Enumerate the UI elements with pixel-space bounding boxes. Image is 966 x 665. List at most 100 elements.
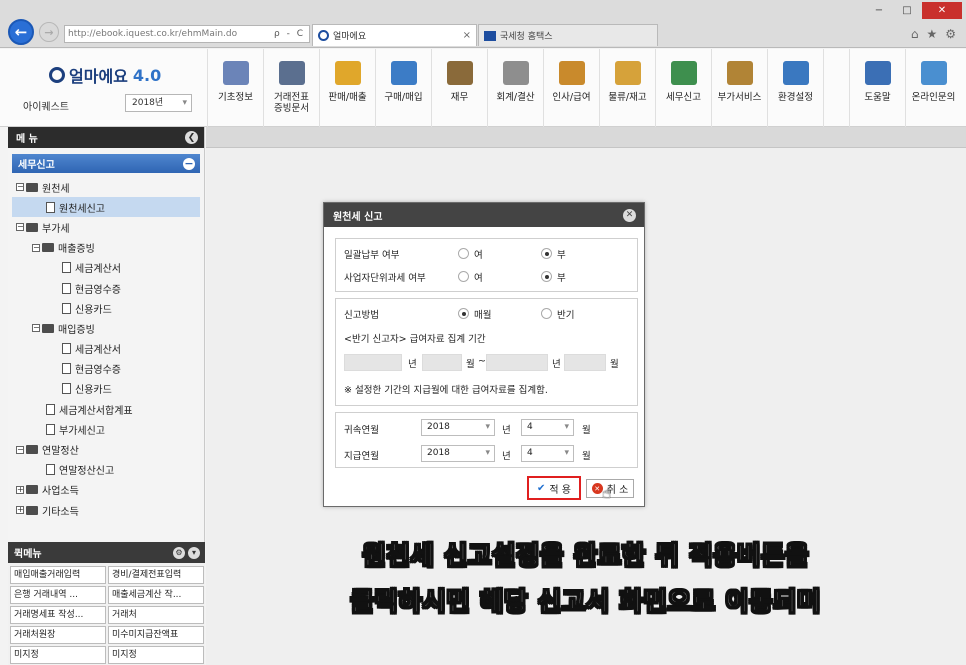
browser-tab-hometax[interactable]: 국세청 홈택스 [478,24,658,46]
main-menu-item[interactable]: 환경설정 [767,49,823,127]
menu-label: 세무신고 [666,92,701,103]
collapse-icon[interactable]: − [32,324,40,333]
main-menu-item[interactable]: 기초정보 [207,49,263,127]
address-url: http://ebook.iquest.co.kr/ehmMain.do [68,29,238,39]
main-menu-item[interactable]: 세무신고 [655,49,711,127]
quick-menu-item[interactable]: 거래명세표 작성... [10,606,106,624]
main-menu-item[interactable]: 인사/급여 [543,49,599,127]
tree-item[interactable]: 세금계산서 [12,258,200,278]
quick-menu-item[interactable]: 은행 거래내역 ... [10,586,106,604]
bulk-payment-no-radio[interactable] [541,248,552,259]
tree-item[interactable]: 현금영수증 [12,359,200,379]
main-menu-item[interactable]: 판매/매출 [319,49,375,127]
close-icon[interactable]: ✕ [623,208,636,222]
start-year-input[interactable] [344,354,402,371]
home-icon[interactable]: ⌂ [911,27,919,41]
menu-label: 온라인문의 [911,92,956,103]
forward-button[interactable]: → [39,22,59,42]
tree-item[interactable]: + 사업소득 [12,480,200,500]
tree-item[interactable]: 연말정산신고 [12,460,200,480]
report-method-label: 신고방법 [344,310,379,321]
quick-menu-item[interactable]: 매입매출거래입력 [10,566,106,584]
collapse-icon[interactable]: − [32,243,40,252]
method-half-radio[interactable] [541,308,552,319]
quick-menu-item[interactable]: 미지정 [108,646,204,664]
menu-label: 도움말 [864,92,891,103]
tree-item[interactable]: − 원천세 [12,177,200,197]
pay-month-select[interactable]: 4 [521,445,574,462]
address-bar[interactable]: http://ebook.iquest.co.kr/ehmMain.do ρ -… [64,25,310,43]
subtitle-line-2: 클릭하시면 해당 신고서 화면으로 이동되며 [350,587,822,617]
apply-button[interactable]: ✔ 적 용 [527,476,581,500]
tab-close-icon[interactable]: × [463,30,471,41]
document-icon [62,282,71,294]
browser-tab-active[interactable]: 얼마에요 × [312,24,477,46]
main-menu-item[interactable]: 재무 [431,49,487,127]
tree-item[interactable]: 원천세신고 [12,197,200,218]
quick-menu-item[interactable]: 거래처원장 [10,626,106,644]
gear-icon[interactable]: ⚙ [173,546,185,559]
favorites-icon[interactable]: ★ [926,27,937,41]
main-menu-item[interactable]: 거래전표 증빙문서 [263,49,319,127]
year-select[interactable]: 2018년 [125,94,192,112]
end-year-input[interactable] [486,354,548,371]
tree-item[interactable]: 세금계산서합계표 [12,399,200,419]
method-monthly-radio[interactable] [458,308,469,319]
quick-menu-item[interactable]: 거래처 [108,606,204,624]
quick-menu-item[interactable]: 경비/결제전표입력 [108,566,204,584]
main-menu-item[interactable]: 도움말 [849,49,905,127]
tree-item[interactable]: 신용카드 [12,379,200,399]
address-tools[interactable]: ρ - C [274,29,305,39]
main-menu-item[interactable]: 물류/재고 [599,49,655,127]
main-menu-item[interactable]: 구매/매입 [375,49,431,127]
tree-item[interactable]: + 기타소득 [12,500,200,520]
chevron-down-icon[interactable]: ▾ [188,546,200,559]
start-month-input[interactable] [422,354,462,371]
tree-item[interactable]: 현금영수증 [12,278,200,298]
tree-item[interactable]: − 매출증빙 [12,238,200,258]
folder-icon [26,505,38,515]
bulk-payment-yes-radio[interactable] [458,248,469,259]
quick-menu-item[interactable]: 미지정 [10,646,106,664]
belong-month-select[interactable]: 4 [521,419,574,436]
unit-tax-no-radio[interactable] [541,271,552,282]
pay-year-select[interactable]: 2018 [421,445,495,462]
hometax-tab-icon [484,30,496,41]
unit-tax-yes-radio[interactable] [458,271,469,282]
expand-icon[interactable]: + [16,506,24,515]
browser-chrome: ← → http://ebook.iquest.co.kr/ehmMain.do… [0,0,966,48]
close-window-button[interactable]: ✕ [922,2,962,19]
collapse-icon[interactable]: − [16,183,24,192]
maximize-button[interactable]: □ [894,2,920,19]
tree-item[interactable]: − 매입증빙 [12,318,200,338]
tree-item-label: 기타소득 [42,506,79,518]
section-header[interactable]: 세무신고 − [12,154,200,173]
quick-menu-item[interactable]: 미수미지급잔액표 [108,626,204,644]
back-button[interactable]: ← [8,19,34,45]
range-tilde: ~ [478,356,486,367]
minus-icon[interactable]: − [183,157,195,170]
expand-icon[interactable]: + [16,485,24,494]
tree-item[interactable]: 부가세신고 [12,419,200,439]
menu-separator [823,49,849,127]
settings-icon[interactable]: ⚙ [945,27,956,41]
app-header: 얼마에요 4.0 아이퀘스트 2018년 기초정보 거래전표 증빙문서 판매/매출 구… [0,49,966,127]
tree-item[interactable]: 신용카드 [12,298,200,318]
main-menu-item[interactable]: 회계/결산 [487,49,543,127]
main-menu-item[interactable]: 온라인문의 [905,49,961,127]
minimize-button[interactable]: − [866,2,892,19]
collapse-icon[interactable]: ❮ [185,131,198,144]
main-menu-item[interactable]: 부가서비스 [711,49,767,127]
start-year-unit: 년 [408,359,417,370]
collapse-icon[interactable]: − [16,445,24,454]
belong-year-select[interactable]: 2018 [421,419,495,436]
tree-item[interactable]: 세금계산서 [12,339,200,359]
tree-item[interactable]: − 부가세 [12,217,200,237]
collapse-icon[interactable]: − [16,223,24,232]
document-icon [62,363,71,375]
summary-note: ※ 설정한 기간의 지급월에 대한 급여자료를 집계함. [344,385,548,396]
tree-item[interactable]: − 연말정산 [12,439,200,459]
quick-menu-item[interactable]: 매출세금계산 작... [108,586,204,604]
app-logo[interactable]: 얼마에요 4.0 [49,63,161,87]
end-month-input[interactable] [564,354,606,371]
